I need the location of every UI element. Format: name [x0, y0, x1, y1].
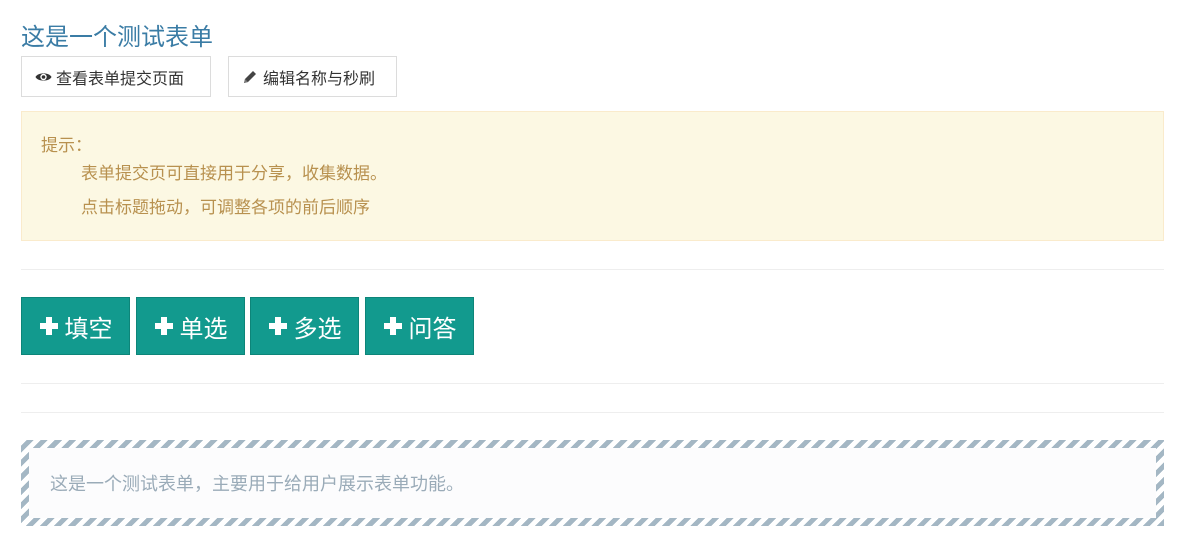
divider — [21, 412, 1164, 413]
add-question-answer-button[interactable]: 问答 — [365, 297, 474, 355]
divider — [21, 269, 1164, 270]
add-multi-choice-button[interactable]: 多选 — [250, 297, 359, 355]
add-fill-blank-button[interactable]: 填空 — [21, 297, 130, 355]
add-multi-choice-label: 多选 — [293, 314, 342, 343]
add-single-choice-label: 单选 — [179, 314, 228, 343]
tip-alert: 提示： 表单提交页可直接用于分享，收集数据。 点击标题拖动，可调整各项的前后顺序 — [21, 111, 1164, 241]
add-question-answer-label: 问答 — [408, 314, 457, 343]
form-title[interactable]: 这是一个测试表单 — [21, 20, 213, 54]
add-single-choice-button[interactable]: 单选 — [136, 297, 245, 355]
edit-name-label: 编辑名称与秒刷 — [263, 68, 376, 88]
add-fill-blank-label: 填空 — [64, 314, 113, 343]
divider — [21, 383, 1164, 384]
plus-icon — [154, 316, 174, 336]
tip-line: 点击标题拖动，可调整各项的前后顺序 — [81, 198, 370, 218]
form-description-box[interactable]: 这是一个测试表单，主要用于给用户展示表单功能。 — [21, 440, 1164, 526]
plus-icon — [39, 316, 59, 336]
tip-line: 表单提交页可直接用于分享，收集数据。 — [81, 164, 387, 184]
pencil-icon — [241, 69, 259, 85]
edit-name-button[interactable]: 编辑名称与秒刷 — [228, 56, 397, 97]
view-submit-page-button[interactable]: 查看表单提交页面 — [21, 56, 211, 97]
plus-icon — [268, 316, 288, 336]
form-editor-page: 这是一个测试表单 查看表单提交页面 编辑名称与秒刷 提示： 表单提交页可直接用于… — [0, 0, 1183, 549]
view-submit-page-label: 查看表单提交页面 — [56, 68, 185, 88]
form-description[interactable]: 这是一个测试表单，主要用于给用户展示表单功能。 — [29, 448, 1156, 518]
plus-icon — [383, 316, 403, 336]
eye-icon — [34, 69, 52, 85]
tip-title: 提示： — [41, 136, 92, 156]
